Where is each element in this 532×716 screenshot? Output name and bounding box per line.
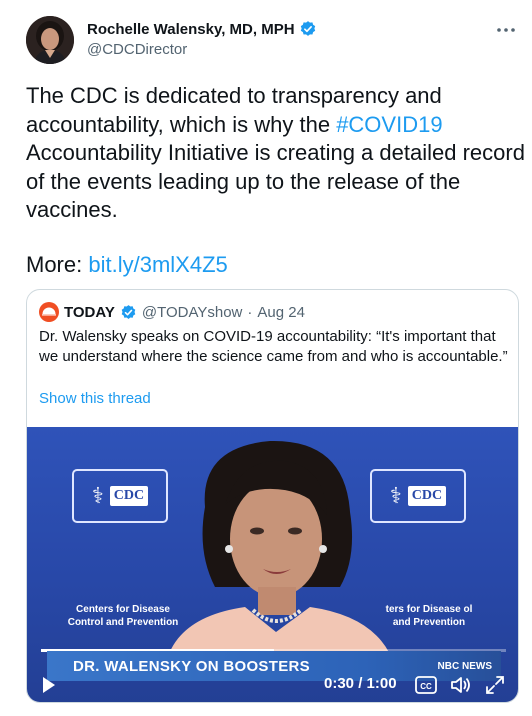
volume-icon: [451, 677, 470, 693]
play-icon: [43, 677, 55, 693]
verified-badge-icon: [121, 304, 136, 319]
more-label: More:: [26, 252, 89, 277]
tweet-link[interactable]: bit.ly/3mlX4Z5: [88, 252, 227, 277]
video-player[interactable]: ⚕ CDC ⚕ CDC Centers for Disease Control …: [27, 427, 518, 702]
quoted-tweet[interactable]: TODAY @TODAYshow · Aug 24 Dr. Walensky s…: [26, 289, 519, 703]
tweet-text-part-2: Accountability Initiative is creating a …: [26, 140, 525, 222]
avatar[interactable]: [26, 16, 74, 64]
more-icon: [497, 28, 515, 32]
tweet: Rochelle Walensky, MD, MPH @CDCDirector …: [0, 0, 532, 716]
play-button[interactable]: [41, 675, 57, 700]
captions-icon: CC: [415, 676, 437, 694]
volume-button[interactable]: [450, 675, 472, 700]
tweet-text: The CDC is dedicated to transparency and…: [26, 82, 526, 225]
author-handle[interactable]: @CDCDirector: [87, 41, 187, 58]
show-thread-link[interactable]: Show this thread: [39, 390, 151, 407]
quoted-tweet-header: TODAY @TODAYshow · Aug 24: [39, 302, 305, 322]
author-name-row[interactable]: Rochelle Walensky, MD, MPH: [87, 20, 317, 38]
cdc-logo-text: CDC: [109, 486, 149, 506]
cdc-logo-icon: ⚕: [91, 483, 104, 508]
fullscreen-icon: [486, 676, 504, 694]
fullscreen-button[interactable]: [485, 675, 505, 700]
more-options-button[interactable]: [494, 18, 518, 42]
video-controls: 0:30 / 1:00 CC: [27, 670, 518, 700]
captions-label: CC: [420, 682, 432, 691]
verified-badge-icon: [300, 21, 315, 36]
quoted-author-name[interactable]: TODAY: [64, 304, 115, 321]
author-name[interactable]: Rochelle Walensky, MD, MPH: [87, 21, 295, 38]
more-line: More: bit.ly/3mlX4Z5: [26, 251, 228, 279]
meta-separator: ·: [247, 303, 253, 321]
video-time: 0:30 / 1:00: [324, 675, 397, 692]
captions-button[interactable]: CC: [415, 676, 437, 699]
quoted-tweet-date[interactable]: Aug 24: [257, 304, 305, 321]
quoted-author-handle[interactable]: @TODAYshow: [142, 304, 243, 321]
hashtag-link[interactable]: #COVID19: [336, 112, 442, 137]
today-logo-icon: [39, 302, 59, 322]
quoted-tweet-text: Dr. Walensky speaks on COVID-19 accounta…: [39, 328, 508, 365]
speaker-image: [165, 440, 395, 667]
